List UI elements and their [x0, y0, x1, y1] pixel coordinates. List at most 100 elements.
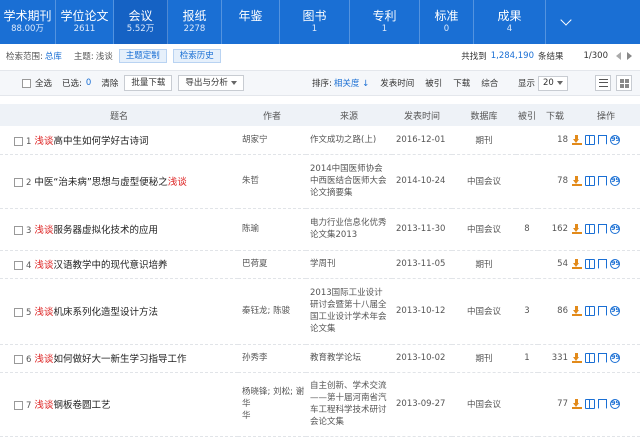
- row-checkbox[interactable]: [14, 308, 23, 317]
- scope-value[interactable]: 总库: [45, 50, 62, 62]
- sort-options: 排序: 相关度 ↓ 发表时间 被引 下载 综合: [312, 77, 498, 89]
- source-cell[interactable]: 自主创新、学术交流 ——第十届河南省汽 车工程科学技术研讨 会论文集: [306, 372, 392, 437]
- author-cell[interactable]: 秦钰龙; 陈骏: [238, 278, 306, 345]
- row-checkbox[interactable]: [14, 226, 23, 235]
- author-cell[interactable]: 巴荷夏: [238, 250, 306, 279]
- tab-6[interactable]: 专利 1: [350, 0, 420, 44]
- quote-icon[interactable]: 99: [610, 223, 620, 234]
- bookmark-icon[interactable]: [598, 223, 607, 234]
- topic-custom-button[interactable]: 主题定制: [118, 49, 167, 63]
- paper-title-link[interactable]: 浅谈如何做好大一新生学习指导工作: [34, 354, 186, 365]
- source-cell[interactable]: 教育教学论坛: [306, 344, 392, 373]
- results-table: 题名 作者 来源 发表时间 数据库 被引 下载 操作 1 浅谈高中生如何学好古诗词 胡家宁 作文…: [0, 104, 640, 437]
- source-cell[interactable]: 电力行业信息化优秀 论文集2013: [306, 208, 392, 251]
- quote-icon[interactable]: 99: [610, 134, 620, 145]
- author-cell[interactable]: 胡家宁: [238, 126, 306, 155]
- table-row: 4 浅谈汉语教学中的现代意识培养 巴荷夏 学周刊 2013-11-05 期刊 54…: [0, 250, 640, 279]
- source-cell[interactable]: 作文成功之路(上): [306, 126, 392, 155]
- paper-title-link[interactable]: 浅谈汉语教学中的现代意识培养: [34, 260, 167, 271]
- quote-icon[interactable]: 99: [610, 258, 620, 269]
- author-cell[interactable]: 孙秀李: [238, 344, 306, 373]
- select-all-label[interactable]: 全选: [35, 77, 52, 89]
- paper-title-link[interactable]: 中医“治未病”思想与虚型便秘之浅谈: [34, 177, 186, 188]
- row-checkbox[interactable]: [14, 401, 23, 410]
- tab-3[interactable]: 报纸 2278: [168, 0, 222, 44]
- select-all-checkbox[interactable]: [22, 78, 31, 88]
- cite-count-cell[interactable]: [516, 372, 538, 437]
- cite-count-cell[interactable]: [516, 126, 538, 155]
- date-cell: 2013-10-02: [392, 344, 452, 373]
- download-count-cell: 162: [538, 208, 572, 251]
- cite-count-cell[interactable]: [516, 250, 538, 279]
- prev-page-icon[interactable]: [616, 52, 621, 60]
- paper-title-link[interactable]: 浅谈钢板卷圆工艺: [34, 400, 110, 411]
- date-cell: 2013-09-27: [392, 372, 452, 437]
- tab-4[interactable]: 年鉴: [222, 0, 280, 44]
- read-online-icon[interactable]: [585, 134, 595, 145]
- row-checkbox[interactable]: [14, 136, 23, 146]
- download-icon[interactable]: [572, 258, 582, 269]
- author-cell[interactable]: 杨晓锋; 刘松; 谢华 华: [238, 372, 306, 437]
- cite-count-cell[interactable]: 3: [516, 278, 538, 345]
- next-page-icon[interactable]: [627, 52, 632, 60]
- grid-view-button[interactable]: [616, 75, 632, 91]
- read-online-icon[interactable]: [585, 175, 595, 186]
- row-checkbox[interactable]: [14, 261, 23, 270]
- cite-count-cell[interactable]: 1: [516, 344, 538, 373]
- read-online-icon[interactable]: [585, 258, 595, 269]
- read-online-icon[interactable]: [585, 223, 595, 234]
- sort-date[interactable]: 发表时间: [380, 77, 414, 89]
- paper-title-link[interactable]: 浅谈服务器虚拟化技术的应用: [34, 225, 158, 236]
- sort-download[interactable]: 下载: [453, 77, 470, 89]
- cite-count-cell[interactable]: [516, 154, 538, 209]
- download-icon[interactable]: [572, 305, 582, 316]
- download-icon[interactable]: [572, 223, 582, 234]
- download-icon[interactable]: [572, 398, 582, 409]
- sort-relevance[interactable]: 相关度 ↓: [334, 77, 369, 89]
- quote-icon[interactable]: 99: [610, 352, 620, 363]
- read-online-icon[interactable]: [585, 352, 595, 363]
- download-icon[interactable]: [572, 175, 582, 186]
- list-view-button[interactable]: [595, 75, 611, 91]
- bookmark-icon[interactable]: [598, 398, 607, 409]
- tab-1[interactable]: 学位论文 2611: [56, 0, 114, 44]
- cite-count-cell[interactable]: 8: [516, 208, 538, 251]
- download-icon[interactable]: [572, 352, 582, 363]
- read-online-icon[interactable]: [585, 398, 595, 409]
- tab-5[interactable]: 图书 1: [280, 0, 350, 44]
- bookmark-icon[interactable]: [598, 175, 607, 186]
- row-number: 5: [26, 308, 32, 318]
- search-history-button[interactable]: 检索历史: [172, 49, 221, 63]
- bookmark-icon[interactable]: [598, 352, 607, 363]
- bookmark-icon[interactable]: [598, 258, 607, 269]
- pager: 1/300: [584, 51, 632, 61]
- bookmark-icon[interactable]: [598, 134, 607, 145]
- tab-0[interactable]: 学术期刊 88.00万: [0, 0, 56, 44]
- quote-icon[interactable]: 99: [610, 398, 620, 409]
- export-analysis-button[interactable]: 导出与分析: [178, 75, 244, 91]
- expand-tabs-button[interactable]: [546, 0, 586, 44]
- source-cell[interactable]: 2014中国医师协会 中西医结合医师大会 论文摘要集: [306, 154, 392, 209]
- bookmark-icon[interactable]: [598, 305, 607, 316]
- source-cell[interactable]: 2013国际工业设计 研讨会暨第十八届全 国工业设计学术年会 论文集: [306, 278, 392, 345]
- download-icon[interactable]: [572, 134, 582, 145]
- sort-cite[interactable]: 被引: [425, 77, 442, 89]
- paper-title-link[interactable]: 浅谈高中生如何学好古诗词: [34, 136, 148, 147]
- row-number: 7: [26, 401, 32, 411]
- author-cell[interactable]: 朱哲: [238, 154, 306, 209]
- tab-8[interactable]: 成果 4: [474, 0, 546, 44]
- row-checkbox[interactable]: [14, 178, 23, 187]
- author-cell[interactable]: 陈瑜: [238, 208, 306, 251]
- source-cell[interactable]: 学周刊: [306, 250, 392, 279]
- quote-icon[interactable]: 99: [610, 305, 620, 316]
- sort-comprehensive[interactable]: 综合: [481, 77, 498, 89]
- page-size-select[interactable]: 20: [538, 75, 568, 91]
- tab-7[interactable]: 标准 0: [420, 0, 474, 44]
- batch-download-button[interactable]: 批量下载: [124, 75, 173, 91]
- clear-selection-link[interactable]: 清除: [101, 77, 118, 89]
- paper-title-link[interactable]: 浅谈机床系列化造型设计方法: [34, 307, 158, 318]
- row-checkbox[interactable]: [14, 355, 23, 364]
- read-online-icon[interactable]: [585, 305, 595, 316]
- tab-2[interactable]: 会议 5.52万: [114, 0, 168, 44]
- quote-icon[interactable]: 99: [610, 175, 620, 186]
